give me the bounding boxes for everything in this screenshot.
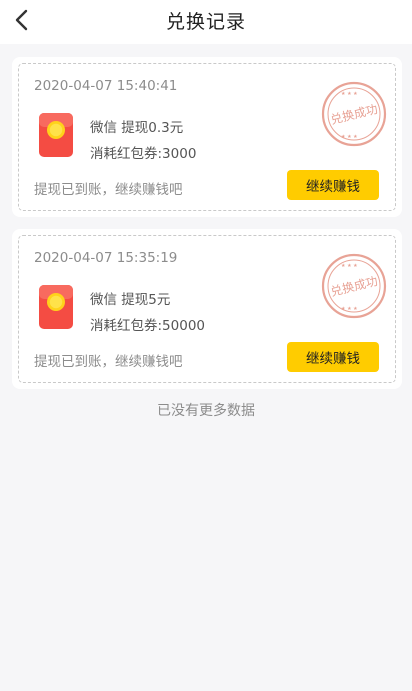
record-card-inner: 2020-04-07 15:40:41 微信 提现0.3元 消耗红包券:3000… (18, 63, 396, 211)
record-card: 2020-04-07 15:40:41 微信 提现0.3元 消耗红包券:3000… (12, 57, 402, 217)
record-card: 2020-04-07 15:35:19 微信 提现5元 消耗红包券:50000 … (12, 229, 402, 389)
svg-text:★ ★ ★: ★ ★ ★ (341, 134, 358, 140)
svg-text:★ ★ ★: ★ ★ ★ (341, 263, 358, 269)
record-time: 2020-04-07 15:35:19 (34, 250, 178, 266)
svg-text:★ ★ ★: ★ ★ ★ (341, 91, 358, 97)
header-bar: 兑换记录 (0, 0, 412, 44)
record-cost: 消耗红包券:3000 (90, 146, 197, 162)
continue-earning-button[interactable]: 继续赚钱 (287, 342, 379, 372)
success-stamp-icon: ★ ★ ★ ★ ★ ★ 兑换成功 (321, 253, 387, 319)
record-list: 2020-04-07 15:40:41 微信 提现0.3元 消耗红包券:3000… (12, 57, 402, 401)
svg-text:★ ★ ★: ★ ★ ★ (341, 306, 358, 312)
record-time: 2020-04-07 15:40:41 (34, 78, 178, 94)
page-title: 兑换记录 (165, 11, 246, 33)
no-more-data-label: 已没有更多数据 (157, 403, 255, 419)
red-packet-icon (39, 285, 73, 329)
record-title: 微信 提现5元 (90, 292, 171, 308)
stamp-label: 兑换成功 (329, 102, 379, 127)
record-note: 提现已到账，继续赚钱吧 (34, 354, 183, 370)
red-packet-icon (39, 113, 73, 157)
record-cost: 消耗红包券:50000 (90, 318, 205, 334)
record-card-inner: 2020-04-07 15:35:19 微信 提现5元 消耗红包券:50000 … (18, 235, 396, 383)
record-note: 提现已到账，继续赚钱吧 (34, 182, 183, 198)
record-title: 微信 提现0.3元 (90, 120, 184, 136)
success-stamp-icon: ★ ★ ★ ★ ★ ★ 兑换成功 (321, 81, 387, 147)
stamp-label: 兑换成功 (329, 274, 379, 299)
continue-earning-button[interactable]: 继续赚钱 (287, 170, 379, 200)
